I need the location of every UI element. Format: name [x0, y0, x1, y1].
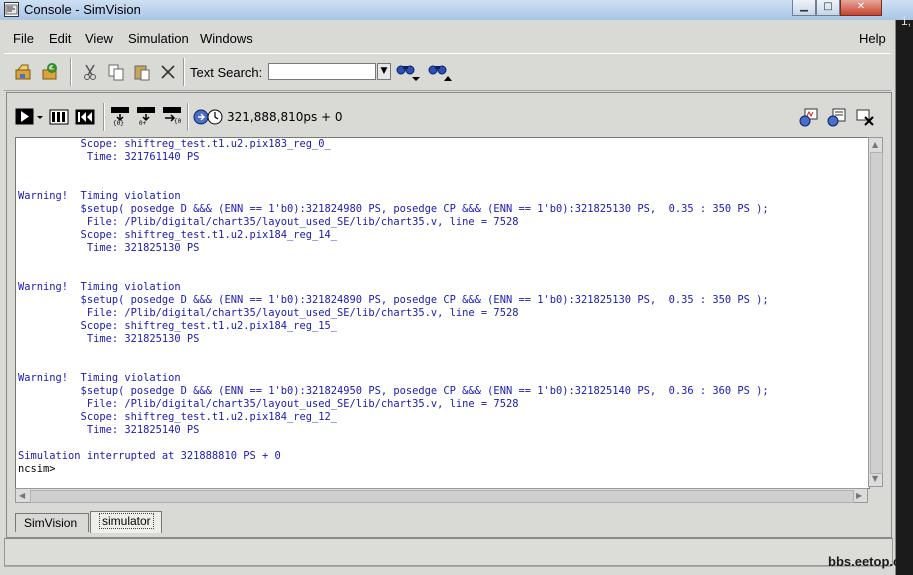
console-line: Time: 321825140 PS: [18, 424, 200, 436]
desktop-background: [896, 20, 913, 575]
cut-icon[interactable]: [80, 62, 100, 82]
console-line: Scope: shiftreg_test.t1.u2.pix184_reg_12…: [18, 411, 338, 423]
step-icon[interactable]: [49, 107, 69, 127]
simulation-toolbar: {0} 0+ {0} 321,888,810ps + 0: [7, 93, 891, 133]
step-out-icon[interactable]: 0+: [136, 106, 156, 126]
send-to-waveform-icon[interactable]: [799, 107, 819, 127]
send-to-source-icon[interactable]: [827, 107, 847, 127]
toolbar-separator: [187, 103, 189, 131]
minimize-button[interactable]: ▁: [792, 0, 816, 16]
console-line: File: /Plib/digital/chart35/layout_used_…: [18, 216, 519, 228]
status-bar: [4, 538, 893, 566]
console-line: $setup( posedge D &&& (ENN == 1'b0):3218…: [18, 385, 769, 397]
paste-icon[interactable]: [132, 62, 152, 82]
step-in-icon[interactable]: {0}: [110, 106, 130, 126]
console-line: Scope: shiftreg_test.t1.u2.pix184_reg_15…: [18, 320, 338, 332]
rewind-icon[interactable]: [75, 107, 95, 127]
menu-bar: File Edit View Simulation Windows Help: [0, 26, 895, 50]
console-output[interactable]: Scope: shiftreg_test.t1.u2.pix183_reg_0_…: [15, 137, 870, 489]
toolbar-separator: [70, 58, 72, 86]
open-file-icon[interactable]: [14, 62, 34, 82]
console-line: $setup( posedge D &&& (ENN == 1'b0):3218…: [18, 294, 769, 306]
tab-simulator[interactable]: simulator: [90, 511, 162, 533]
console-log: Scope: shiftreg_test.t1.u2.pix183_reg_0_…: [16, 138, 869, 476]
watermark: bbs.eetop.cn: [828, 554, 909, 569]
copy-icon[interactable]: [106, 62, 126, 82]
app-frame: File Edit View Simulation Windows Help T…: [0, 20, 896, 575]
text-search-label: Text Search:: [190, 65, 263, 80]
vertical-scroll-thumb[interactable]: [870, 152, 883, 474]
console-line: Time: 321825130 PS: [18, 242, 200, 254]
vertical-scrollbar[interactable]: ▲ ▼: [868, 137, 883, 487]
scroll-up-icon[interactable]: ▲: [872, 140, 878, 149]
menu-simulation[interactable]: Simulation: [128, 31, 189, 46]
dropdown-arrow-icon[interactable]: ▼: [377, 63, 391, 80]
scroll-left-icon[interactable]: ◀: [19, 491, 25, 500]
scroll-right-icon[interactable]: ▶: [856, 491, 862, 500]
console-prompt[interactable]: ncsim>: [18, 463, 869, 476]
console-line: Warning! Timing violation: [18, 190, 181, 202]
console-line: Warning! Timing violation: [18, 281, 181, 293]
tab-simvision[interactable]: SimVision: [15, 513, 89, 532]
main-toolbar: Text Search: ▼: [4, 53, 891, 91]
reload-icon[interactable]: [40, 62, 60, 82]
menu-view[interactable]: View: [85, 31, 113, 46]
search-up-icon[interactable]: [395, 62, 421, 82]
scroll-down-icon[interactable]: ▼: [872, 474, 878, 483]
status-bar-bottom: [4, 566, 891, 575]
console-line: Simulation interrupted at 321888810 PS +…: [18, 450, 281, 462]
console-line: Scope: shiftreg_test.t1.u2.pix183_reg_0_: [18, 138, 331, 150]
run-icon[interactable]: [15, 107, 45, 127]
console-line: Scope: shiftreg_test.t1.u2.pix184_reg_14…: [18, 229, 338, 241]
text-search-input[interactable]: [268, 63, 376, 80]
close-button[interactable]: ✕: [840, 0, 882, 16]
time-clock-icon[interactable]: [193, 107, 225, 127]
console-line: Time: 321761140 PS: [18, 151, 200, 163]
toolbar-separator: [103, 103, 105, 131]
title-bar[interactable]: Console - SimVision ▁ □ ✕: [0, 0, 913, 20]
horizontal-scrollbar[interactable]: ◀ ▶: [15, 488, 868, 503]
menu-edit[interactable]: Edit: [49, 31, 71, 46]
maximize-button[interactable]: □: [816, 0, 840, 16]
desktop-edge-text: 1,: [901, 14, 912, 28]
console-window-icon: [4, 2, 19, 17]
step-over-icon[interactable]: {0}: [162, 106, 182, 126]
console-line: File: /Plib/digital/chart35/layout_used_…: [18, 307, 519, 319]
console-line: Warning! Timing violation: [18, 372, 181, 384]
svg-text:{0}: {0}: [113, 120, 124, 126]
menu-windows[interactable]: Windows: [200, 31, 253, 46]
search-down-icon[interactable]: [427, 62, 453, 82]
delete-icon[interactable]: [158, 62, 178, 82]
svg-text:0+: 0+: [139, 120, 147, 126]
horizontal-scroll-thumb[interactable]: [30, 490, 854, 503]
toolbar-separator: [183, 58, 185, 86]
menu-file[interactable]: File: [13, 31, 34, 46]
menu-help[interactable]: Help: [859, 31, 886, 46]
window-title: Console - SimVision: [24, 2, 141, 17]
svg-text:{0}: {0}: [174, 118, 182, 125]
console-line: File: /Plib/digital/chart35/layout_used_…: [18, 398, 519, 410]
console-line: Time: 321825130 PS: [18, 333, 200, 345]
console-pane: {0} 0+ {0} 321,888,810ps + 0: [6, 92, 892, 538]
console-line: $setup( posedge D &&& (ENN == 1'b0):3218…: [18, 203, 769, 215]
close-pane-icon[interactable]: [855, 107, 875, 127]
simulation-time: 321,888,810ps + 0: [227, 110, 343, 124]
